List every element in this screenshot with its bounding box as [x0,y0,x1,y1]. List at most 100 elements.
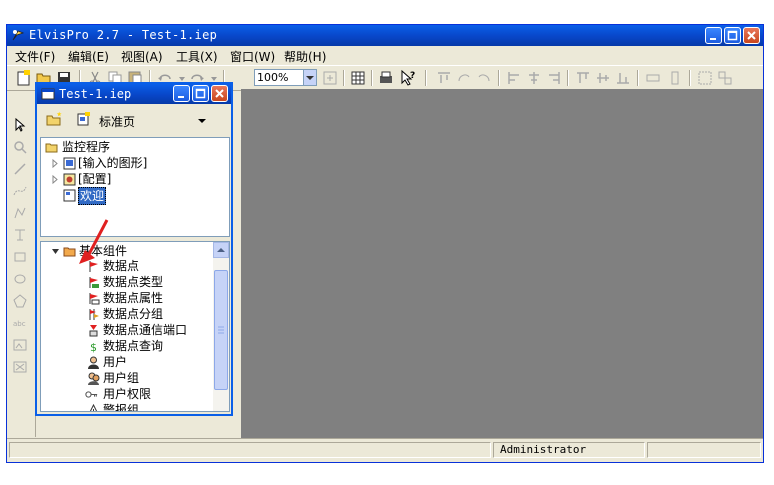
maximize-button[interactable] [724,27,741,44]
key-icon [85,391,98,398]
project-window-title-bar[interactable]: Test-1.iep [37,84,231,104]
child-maximize-button[interactable] [192,85,209,102]
status-user: Administrator [493,442,645,458]
expand-icon[interactable] [49,173,62,186]
menu-edit[interactable]: 编辑(E) [68,48,109,65]
user-group-icon [88,372,100,385]
child-close-button[interactable] [211,85,228,102]
text-tool-icon[interactable]: abc [12,315,28,331]
new-page-icon[interactable] [76,111,92,127]
page-icon [63,189,76,202]
grid-icon[interactable] [349,69,367,87]
svg-text:$: $ [90,341,97,353]
object-tool-icon[interactable] [12,359,28,375]
collapse-icon[interactable] [49,245,62,258]
menu-view[interactable]: 视图(A) [121,48,163,65]
tree-root[interactable]: 监控程序 [62,139,110,155]
graphics-icon [63,157,76,170]
project-window: Test-1.iep 标准页 监控程序 [输入的图形] [配置] 欢迎 基本组件… [35,82,233,416]
new-file-icon[interactable] [15,69,33,87]
same-height-icon[interactable] [666,69,684,87]
align-bottom-icon[interactable] [614,69,632,87]
scroll-thumb[interactable] [214,270,228,390]
config-icon [63,173,76,186]
line-tool-icon[interactable] [12,161,28,177]
scroll-up-button[interactable] [213,242,229,258]
menu-bar: 文件(F) 编辑(E) 视图(A) 工具(X) 窗口(W) 帮助(H) [7,46,763,65]
expand-icon[interactable] [49,157,62,170]
status-bar: Administrator [7,438,763,461]
comm-port-icon [89,325,98,337]
datapoint-group-icon [89,309,99,320]
align-middle-icon[interactable] [594,69,612,87]
new-folder-icon[interactable] [46,111,62,127]
component-item[interactable]: 数据点分组 [103,306,163,322]
annotation-arrow [79,219,109,264]
window-title: ElvisPro 2.7 - Test-1.iep [29,28,218,42]
align-right-icon[interactable] [545,69,563,87]
component-item[interactable]: 用户 [103,354,127,370]
page-type-label[interactable]: 标准页 [99,113,135,130]
rotate-icon[interactable] [455,69,473,87]
workspace-area[interactable] [241,89,763,438]
app-logo-icon [12,30,25,41]
align-left-icon[interactable] [505,69,523,87]
polygon-tool-icon[interactable] [12,293,28,309]
project-window-title: Test-1.iep [59,87,132,101]
component-item[interactable]: 数据点查询 [103,338,163,354]
component-item[interactable]: 警报组 [103,402,139,411]
menu-file[interactable]: 文件(F) [15,48,55,65]
align-top-edge-icon[interactable] [574,69,592,87]
help-cursor-icon[interactable]: ? [399,69,417,87]
menu-window[interactable]: 窗口(W) [230,48,275,65]
query-icon: $ [90,341,97,353]
align-top-icon[interactable] [435,69,453,87]
drawing-toolbar: abc [7,113,36,437]
pointer-tool-icon[interactable] [12,117,28,133]
connector-tool-icon[interactable] [12,227,28,243]
ungroup-icon[interactable] [716,69,734,87]
component-tree: 基本组件 数据点 数据点类型 数据点属性 数据点分组 数据点通信端口 $ 数据点… [40,241,230,412]
component-item[interactable]: 用户组 [103,370,139,386]
folder-icon [45,143,58,153]
curve-tool-icon[interactable] [12,183,28,199]
group-icon[interactable] [696,69,714,87]
status-extra [647,442,761,458]
datapoint-attribute-icon [89,293,100,305]
child-minimize-button[interactable] [173,85,190,102]
minimize-button[interactable] [705,27,722,44]
same-width-icon[interactable] [644,69,662,87]
svg-text:?: ? [410,71,415,81]
image-tool-icon[interactable] [12,337,28,353]
page-type-dropdown-icon[interactable] [197,117,207,125]
page-tree: 监控程序 [输入的图形] [配置] 欢迎 [40,137,230,237]
component-item[interactable]: 数据点类型 [103,274,163,290]
tree-item-welcome[interactable]: 欢迎 [78,187,107,205]
fit-page-icon[interactable] [321,69,339,87]
zoom-dropdown-button[interactable] [303,69,317,86]
close-button[interactable] [743,27,760,44]
tree-item-config[interactable]: [配置] [78,171,111,187]
component-item[interactable]: 用户权限 [103,386,151,402]
title-bar[interactable]: ElvisPro 2.7 - Test-1.iep [7,25,763,46]
rectangle-tool-icon[interactable] [12,249,28,265]
polyline-tool-icon[interactable] [12,205,28,221]
zoom-select[interactable]: 100% [254,69,304,86]
menu-help[interactable]: 帮助(H) [284,48,326,65]
svg-text:abc: abc [13,320,26,328]
alarm-icon [89,404,98,411]
zoom-tool-icon[interactable] [12,139,28,155]
component-item[interactable]: 数据点通信端口 [103,322,187,338]
component-item[interactable]: 数据点属性 [103,290,163,306]
align-center-icon[interactable] [525,69,543,87]
component-scrollbar[interactable] [213,242,229,411]
user-icon [88,356,99,369]
print-icon[interactable] [377,69,395,87]
rotate-right-icon[interactable] [475,69,493,87]
tree-item-graphics[interactable]: [输入的图形] [78,155,147,171]
datapoint-type-icon [89,277,99,288]
menu-tools[interactable]: 工具(X) [176,48,218,65]
ellipse-tool-icon[interactable] [12,271,28,287]
document-icon [41,88,55,100]
status-message [9,442,491,458]
